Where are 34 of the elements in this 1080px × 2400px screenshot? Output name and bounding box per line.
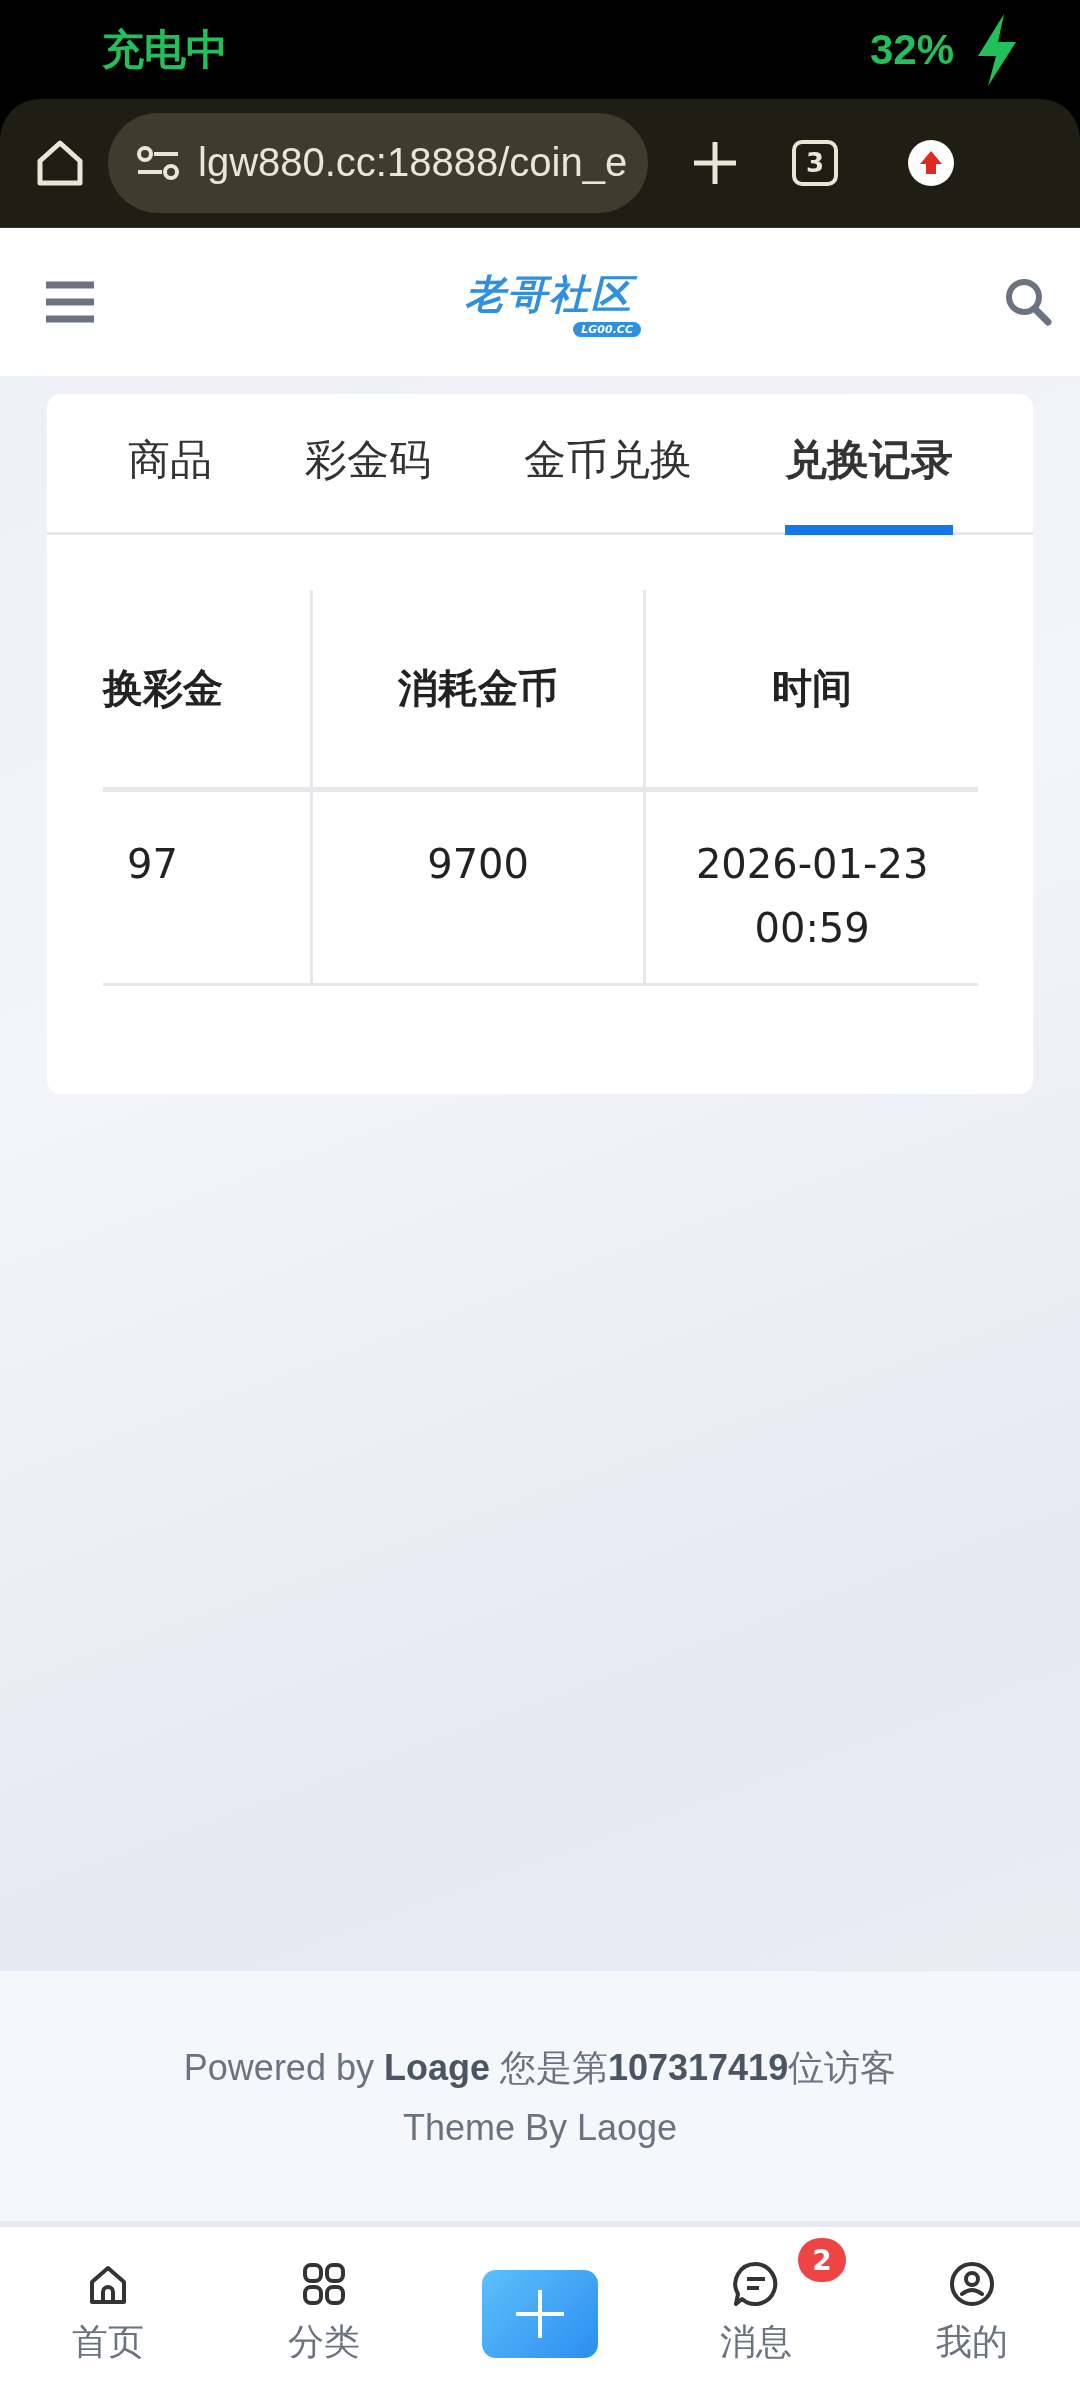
tab-count[interactable]: 3 <box>792 139 838 186</box>
chat-icon <box>732 2260 780 2308</box>
column-header: 消耗金币 <box>311 590 645 790</box>
nav-item[interactable]: 首页 <box>72 2260 144 2367</box>
column-header: 换彩金 <box>103 590 312 790</box>
column-header: 时间 <box>644 590 978 790</box>
table-cell: 97 <box>127 841 178 887</box>
search-icon[interactable] <box>1004 277 1052 327</box>
nav-item[interactable]: 我的 <box>936 2260 1008 2367</box>
grid-icon <box>300 2260 348 2308</box>
nav-item[interactable]: 分类 <box>288 2260 360 2367</box>
tab[interactable]: 兑换记录 <box>784 394 953 535</box>
url-field[interactable]: lgw880.cc:18888/coin_e <box>108 112 648 213</box>
footer-text: Powered by Loage 您是第107317419位访客 <box>183 2045 897 2090</box>
footer-text: Theme By Laoge <box>402 2106 678 2149</box>
user-icon <box>948 2260 996 2308</box>
plus-icon[interactable] <box>692 139 738 186</box>
url-text: lgw880.cc:18888/coin_e <box>198 140 628 185</box>
logo-text: 老哥社区 <box>457 267 641 320</box>
menu-icon[interactable] <box>46 281 94 323</box>
tune-icon[interactable] <box>136 144 180 181</box>
table-cell: 9700 <box>427 841 529 887</box>
tab[interactable]: 商品 <box>127 394 212 535</box>
unread-badge: 2 <box>798 2238 846 2282</box>
nav-item[interactable]: 消息 <box>720 2260 792 2367</box>
table-cell-text: 2026-01-23 00:59 <box>694 840 930 953</box>
upload-icon[interactable] <box>908 139 954 186</box>
battery-percent: 32% <box>869 26 954 74</box>
tab[interactable]: 金币兑换 <box>523 394 692 535</box>
plus-icon <box>514 2287 566 2340</box>
logo-subtitle: LG00.CC <box>573 321 641 337</box>
charging-status: 充电中 <box>102 24 228 76</box>
add-button[interactable] <box>482 2269 598 2358</box>
tab[interactable]: 彩金码 <box>304 394 431 535</box>
